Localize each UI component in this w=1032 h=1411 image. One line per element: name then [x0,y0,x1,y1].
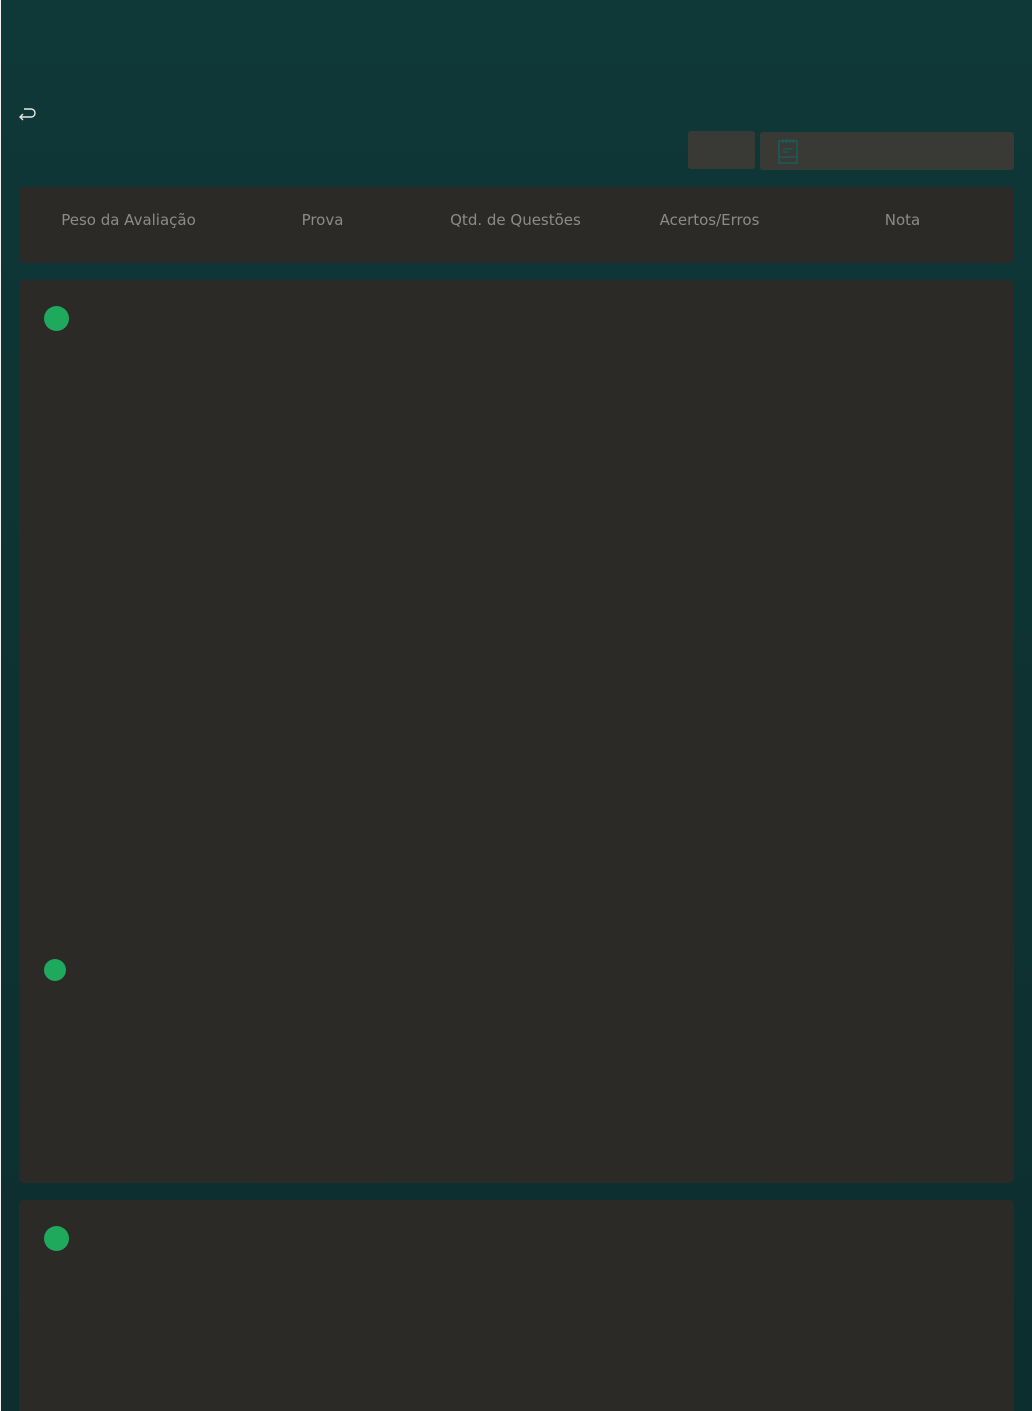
column-header-questoes: Qtd. de Questões [450,211,581,229]
status-dot [44,306,69,331]
status-dot [44,1226,69,1251]
exam-card [19,1200,1014,1411]
column-header-acertos-erros: Acertos/Erros [659,211,760,229]
grades-table-header: Peso da Avaliação Prova Qtd. de Questões… [19,187,1014,263]
exam-select[interactable] [760,132,1014,170]
window-edge [0,0,1,1411]
filter-button[interactable] [688,131,755,169]
column-header-nota: Nota [884,211,921,229]
exam-card [19,280,1014,1183]
back-arrow-icon[interactable] [16,104,40,124]
status-dot [44,959,66,981]
column-header-peso: Peso da Avaliação [61,211,196,229]
document-icon [778,138,798,164]
column-header-prova: Prova [301,211,344,229]
